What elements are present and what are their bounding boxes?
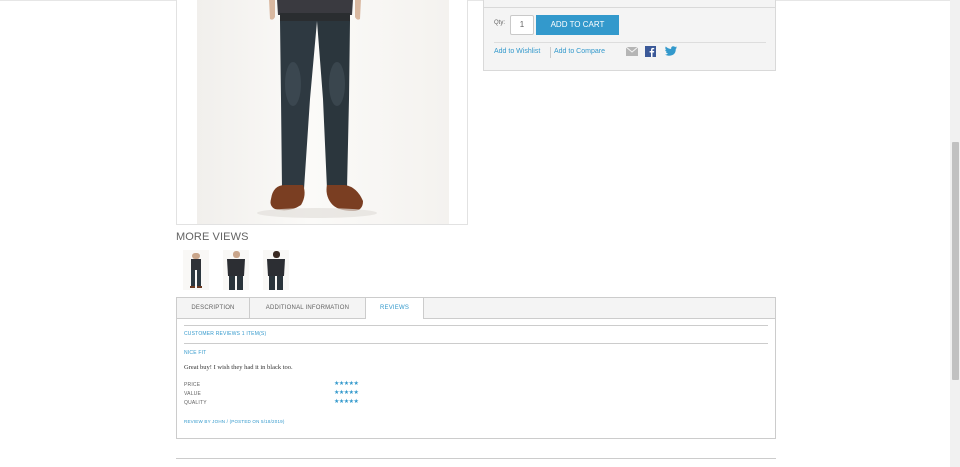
- qty-input[interactable]: 1: [510, 15, 534, 35]
- product-tabs-panel: DESCRIPTION ADDITIONAL INFORMATION REVIE…: [176, 297, 776, 439]
- thumbnail-photo: [190, 253, 202, 288]
- add-to-compare-link[interactable]: Add to Compare: [554, 48, 605, 55]
- twitter-icon[interactable]: [665, 46, 677, 57]
- rating-stars-price: ★★★★★: [334, 381, 359, 387]
- rating-stars-quality: ★★★★★: [334, 399, 359, 405]
- links-divider: [494, 42, 766, 43]
- qty-label: Qty:: [494, 20, 506, 26]
- tab-description[interactable]: DESCRIPTION: [177, 298, 250, 318]
- scrollbar-thumb[interactable]: [952, 142, 959, 380]
- email-icon[interactable]: [626, 47, 638, 56]
- more-views-title: MORE VIEWS: [176, 231, 249, 243]
- thumbnail-2[interactable]: [223, 250, 249, 290]
- reviews-heading-divider: [184, 343, 768, 344]
- rating-stars-value: ★★★★★: [334, 390, 359, 396]
- facebook-icon[interactable]: [645, 46, 656, 57]
- rating-label-value: VALUE: [184, 391, 202, 397]
- product-photo: [257, 0, 377, 218]
- page-top-divider: [0, 0, 960, 1]
- reviews-top-divider: [184, 325, 768, 326]
- customer-reviews-heading: CUSTOMER REVIEWS 1 ITEM(S): [184, 331, 267, 337]
- thumbnail-3[interactable]: [263, 250, 289, 290]
- add-to-wishlist-link[interactable]: Add to Wishlist: [494, 48, 540, 55]
- add-to-cart-box: Qty: 1 ADD TO CART Add to Wishlist Add t…: [483, 0, 776, 71]
- thumbnail-photo: [267, 251, 285, 290]
- rating-label-price: PRICE: [184, 382, 201, 388]
- tab-additional-information[interactable]: ADDITIONAL INFORMATION: [250, 298, 365, 318]
- review-title: NICE FIT: [184, 350, 207, 356]
- review-byline: REVIEW BY JOHN / (POSTED ON 5/18/2019): [184, 419, 285, 424]
- review-body: Great buy! I wish they had it in black t…: [184, 364, 293, 371]
- add-to-cart-button[interactable]: ADD TO CART: [536, 15, 619, 35]
- thumbnail-1[interactable]: [183, 250, 209, 290]
- section-bottom-divider: [176, 458, 776, 459]
- box-divider: [484, 7, 775, 8]
- thumbnail-photo: [227, 251, 245, 290]
- rating-label-quality: QUALITY: [184, 400, 207, 406]
- link-separator: [550, 47, 551, 58]
- tab-reviews[interactable]: REVIEWS: [365, 298, 424, 319]
- product-main-image[interactable]: [176, 0, 468, 225]
